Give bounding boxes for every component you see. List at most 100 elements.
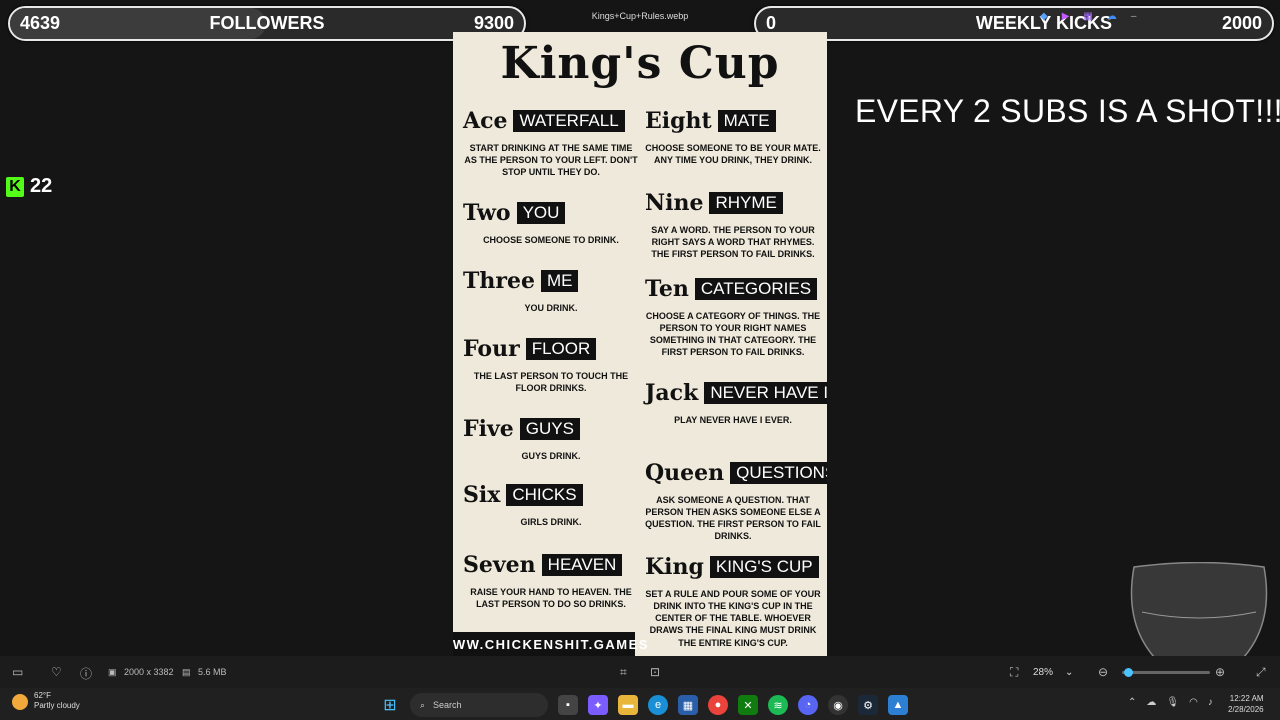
app-icon[interactable]: ▦: [1083, 11, 1092, 22]
zoom-slider-knob[interactable]: [1124, 668, 1133, 677]
rule-card: Queen QUESTIONS ASK SOMEONE A QUESTION. TH…: [645, 460, 827, 543]
zoom-in-icon[interactable]: ⊕: [1215, 665, 1225, 679]
copilot-icon[interactable]: ✦: [588, 695, 608, 715]
image-dimensions-icon: ▣: [108, 667, 117, 677]
card-name: King: [645, 554, 704, 580]
card-name: Eight: [645, 108, 712, 134]
followers-goal-bar: 4639 FOLLOWERS 9300: [8, 6, 526, 41]
rule-description: ASK SOMEONE A QUESTION. THAT PERSON THEN…: [645, 495, 821, 542]
select-icon[interactable]: ⊡: [650, 665, 660, 679]
photos-icon[interactable]: ▲: [888, 695, 908, 715]
rule-action: YOU: [516, 201, 566, 225]
edge-icon[interactable]: e: [648, 695, 668, 715]
zoom-dropdown[interactable]: 28% ⌄: [1033, 663, 1087, 681]
crop-icon[interactable]: ⌗: [620, 665, 627, 680]
card-name: Jack: [645, 380, 699, 406]
task-view-icon[interactable]: ▪: [558, 695, 578, 715]
fit-icon[interactable]: ⛶: [1010, 665, 1018, 680]
followers-goal: 9300: [473, 13, 514, 33]
info-icon[interactable]: ⓘ: [80, 665, 92, 682]
card-name: Nine: [645, 190, 704, 216]
weather-widget[interactable]: 62°F Partly cloudy: [12, 691, 80, 712]
search-box[interactable]: ⌕ Search: [410, 693, 548, 717]
zoom-slider[interactable]: [1122, 668, 1210, 677]
rule-heading: Queen QUESTIONS: [645, 460, 827, 486]
kicks-current: 0: [766, 13, 777, 33]
rule-heading: Ten CATEGORIES: [645, 276, 821, 302]
kick-viewer-count: K 22: [6, 175, 52, 198]
rule-action: MATE: [717, 109, 776, 133]
rule-action: QUESTIONS: [730, 461, 827, 485]
rule-action: FLOOR: [525, 337, 597, 361]
microphone-icon[interactable]: 🎙: [1166, 697, 1179, 708]
rule-action: GUYS: [519, 417, 580, 441]
spotify-icon[interactable]: ≋: [768, 695, 788, 715]
store-icon[interactable]: ▦: [678, 695, 698, 715]
minimize-icon[interactable]: –: [1131, 11, 1137, 22]
app-icon[interactable]: ◆: [1040, 11, 1048, 22]
rule-card: Seven HEAVEN RAISE YOUR HAND TO HEAVEN. TH…: [463, 552, 639, 610]
clock-time: 12:22 AM: [1229, 694, 1264, 703]
rule-card: Two YOU CHOOSE SOMEONE TO DRINK.: [463, 200, 639, 246]
filmstrip-icon[interactable]: ▭: [12, 665, 23, 679]
followers-label: FOLLOWERS: [209, 13, 325, 33]
xbox-icon[interactable]: ✕: [738, 695, 758, 715]
card-name: Four: [463, 336, 520, 362]
clock[interactable]: 12:22 AM 2/28/2026: [1228, 693, 1264, 715]
card-name: Ace: [463, 108, 508, 134]
rule-description: GIRLS DRINK.: [520, 517, 582, 527]
rule-heading: King KING'S CUP: [645, 554, 821, 580]
rule-action: CHICKS: [506, 483, 583, 507]
app-icon[interactable]: ▶: [1062, 11, 1070, 22]
zoom-value: 28%: [1033, 666, 1054, 678]
rule-heading: Five GUYS: [463, 416, 639, 442]
viewer-toolbar: ▭ ♡ ⓘ ▣ 2000 x 3382 ▤ 5.6 MB ⌗ ⊡ ⛶ ⊖ ⊕ ⤢: [0, 656, 1280, 688]
rule-heading: Seven HEAVEN: [463, 552, 639, 578]
windows-icon[interactable]: ⊞: [380, 695, 400, 715]
kick-count: 22: [30, 175, 53, 197]
obs-icon[interactable]: ◉: [828, 695, 848, 715]
rule-heading: Three ME: [463, 268, 639, 294]
file-explorer-icon[interactable]: ▬: [618, 695, 638, 715]
rule-action: WATERFALL: [513, 109, 625, 133]
chevron-up-icon[interactable]: ⌃: [1128, 697, 1136, 708]
volume-icon[interactable]: ♪: [1208, 697, 1213, 708]
card-name: Queen: [645, 460, 725, 486]
wifi-icon[interactable]: ◠: [1189, 697, 1198, 708]
onedrive-icon[interactable]: ☁: [1146, 697, 1156, 708]
rule-card: Six CHICKS GIRLS DRINK.: [463, 482, 639, 528]
rule-description: CHOOSE SOMEONE TO DRINK.: [483, 235, 619, 245]
poster-footer: WWW.CHICKENSHIT.GAMES: [453, 632, 647, 656]
rule-description: CHOOSE SOMEONE TO BE YOUR MATE. ANY TIME…: [645, 143, 821, 166]
disk-icon: ▤: [182, 667, 191, 677]
rule-card: Ace WATERFALL START DRINKING AT THE SAME T…: [463, 108, 639, 178]
taskbar: 62°F Partly cloudy ⊞ ⌕ Search ▪ ✦ ▬ e ▦ …: [0, 688, 1280, 720]
rule-description: GUYS DRINK.: [521, 451, 581, 461]
weather-sun-icon: [12, 694, 28, 710]
card-name: Seven: [463, 552, 536, 578]
chrome-icon[interactable]: ●: [708, 695, 728, 715]
rule-heading: Two YOU: [463, 200, 639, 226]
rule-description: YOU DRINK.: [524, 303, 578, 313]
kings-cup-poster: King's Cup Ace WATERFALL START DRINKING AT…: [453, 32, 827, 656]
subs-banner: EVERY 2 SUBS IS A SHOT!!!: [855, 93, 1280, 129]
rule-card: Five GUYS GUYS DRINK.: [463, 416, 639, 462]
window-header-icons: ◆ ▶ ▦ ☁ –: [1040, 11, 1136, 22]
chevron-down-icon: ⌄: [1065, 666, 1074, 678]
rule-heading: Four FLOOR: [463, 336, 639, 362]
kicks-goal-bar: 0 WEEKLY KICKS 2000: [754, 6, 1274, 41]
card-name: Five: [463, 416, 514, 442]
cloud-icon[interactable]: ☁: [1107, 11, 1117, 22]
fullscreen-icon[interactable]: ⤢: [1256, 665, 1266, 680]
rule-description: START DRINKING AT THE SAME TIME AS THE P…: [464, 143, 638, 178]
discord-icon[interactable]: ◔: [798, 695, 818, 715]
search-placeholder: Search: [433, 700, 462, 710]
taskbar-apps: ⊞ ⌕ Search ▪ ✦ ▬ e ▦ ● ✕ ≋ ◔ ◉ ⚙ ▲: [380, 693, 908, 717]
card-name: Three: [463, 268, 535, 294]
steam-icon[interactable]: ⚙: [858, 695, 878, 715]
heart-icon[interactable]: ♡: [51, 665, 62, 679]
rule-heading: JackNEVER HAVE I EVER: [645, 380, 827, 406]
rule-card: King KING'S CUP SET A RULE AND POUR SOME O…: [645, 554, 821, 649]
rule-description: SAY A WORD. THE PERSON TO YOUR RIGHT SAY…: [651, 225, 815, 260]
zoom-out-icon[interactable]: ⊖: [1098, 665, 1108, 679]
